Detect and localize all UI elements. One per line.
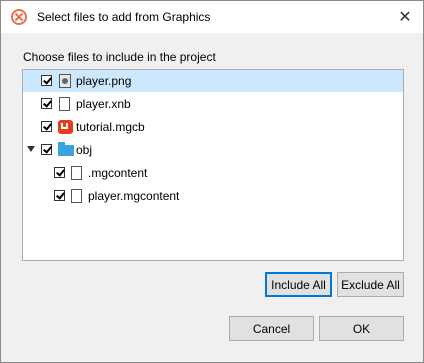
tree-row-tutorial-mgcb[interactable]: tutorial.mgcb <box>23 116 403 138</box>
tree-row-mgcontent[interactable]: .mgcontent <box>23 162 403 184</box>
title-bar: Select files to add from Graphics ✕ <box>1 1 423 33</box>
file-icon <box>70 165 84 181</box>
checkbox-tutorial-mgcb[interactable] <box>41 121 52 132</box>
tree-item-label: player.mgcontent <box>88 189 180 203</box>
include-all-button[interactable]: Include All <box>265 272 332 297</box>
tree-row-player-xnb[interactable]: player.xnb <box>23 93 403 115</box>
checkbox-player-png[interactable] <box>41 75 52 86</box>
tree-row-player-png[interactable]: player.png <box>23 70 403 92</box>
instruction-label: Choose files to include in the project <box>23 50 216 64</box>
exclude-all-button[interactable]: Exclude All <box>337 272 404 297</box>
checkbox-mgcontent[interactable] <box>54 167 65 178</box>
checkbox-player-mgcontent[interactable] <box>54 190 65 201</box>
select-files-dialog: Select files to add from Graphics ✕ Choo… <box>0 0 424 363</box>
cancel-button[interactable]: Cancel <box>229 316 314 341</box>
tree-item-label: obj <box>76 143 93 157</box>
checkbox-player-xnb[interactable] <box>41 98 52 109</box>
folder-icon <box>58 142 74 158</box>
dialog-title: Select files to add from Graphics <box>37 10 211 24</box>
file-icon <box>58 96 72 112</box>
ok-button[interactable]: OK <box>319 316 404 341</box>
tree-row-obj[interactable]: obj <box>23 139 403 161</box>
tree-item-label: player.xnb <box>76 97 131 111</box>
tree-item-label: .mgcontent <box>88 166 148 180</box>
checkbox-obj[interactable] <box>41 144 52 155</box>
app-icon <box>11 9 27 25</box>
tree-item-label: player.png <box>76 74 132 88</box>
image-file-icon <box>58 73 72 89</box>
tree-item-label: tutorial.mgcb <box>76 120 145 134</box>
chevron-down-icon[interactable] <box>27 146 35 152</box>
file-tree[interactable]: player.png player.xnb tutorial.mgcb obj … <box>22 69 404 261</box>
close-button[interactable]: ✕ <box>387 1 423 33</box>
tree-row-player-mgcontent[interactable]: player.mgcontent <box>23 185 403 207</box>
file-icon <box>70 188 84 204</box>
monogame-icon <box>58 119 73 135</box>
